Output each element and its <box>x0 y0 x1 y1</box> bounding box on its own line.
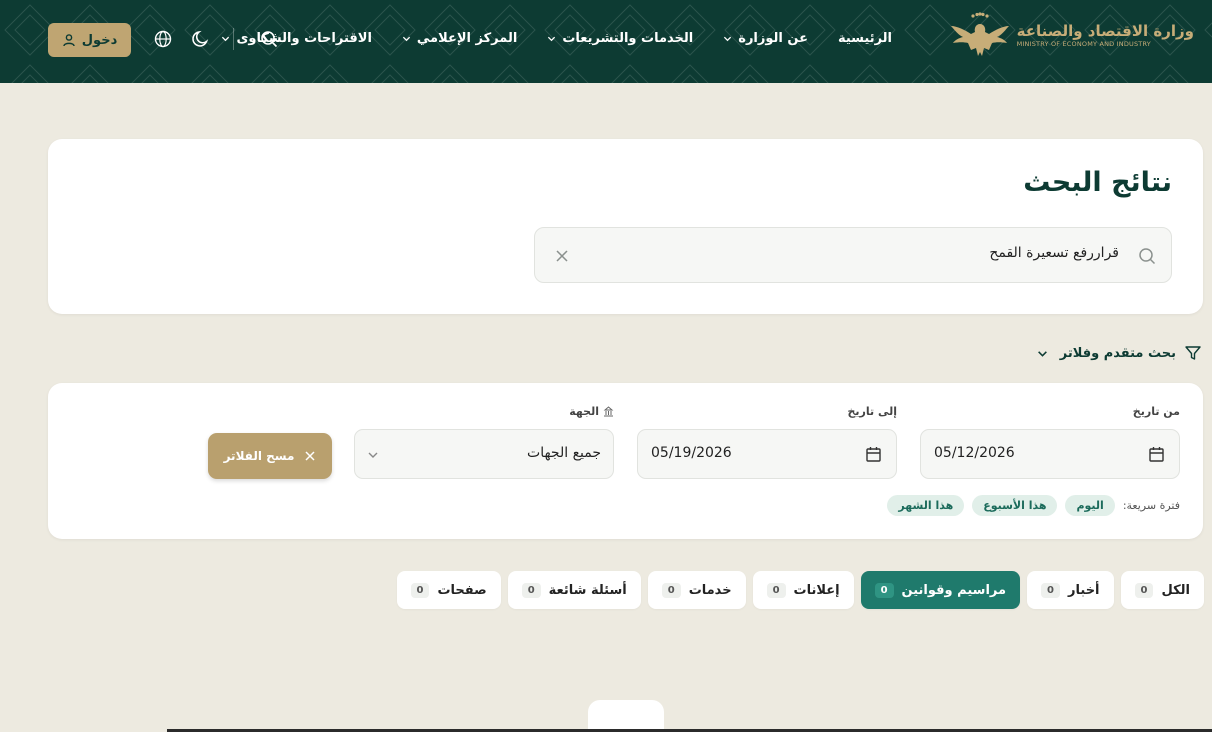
tab-label: مراسيم وقوانين <box>901 582 1007 598</box>
from-date-field[interactable]: 05/12/2026 <box>920 429 1180 479</box>
top-header: وزارة الاقتصاد والصناعة MINISTRY OF ECON… <box>0 0 1212 83</box>
globe-icon[interactable] <box>153 29 173 49</box>
nav-services-label: الخدمات والتشريعات <box>562 30 694 46</box>
main-nav: الرئيسية عن الوزارة الخدمات والتشريعات ا… <box>221 28 892 48</box>
tab-faq[interactable]: أسئلة شائعة 0 <box>507 571 641 609</box>
chip-today[interactable]: اليوم <box>1065 495 1115 516</box>
to-date-label-text: إلى تاريخ <box>847 405 897 418</box>
tab-label: صفحات <box>437 582 487 598</box>
tab-label: الكل <box>1161 582 1190 598</box>
entity-value: جميع الجهات <box>527 445 601 461</box>
nav-home-label: الرئيسية <box>837 30 892 46</box>
filter-icon <box>1185 346 1201 360</box>
from-date-label-text: من تاريخ <box>1132 405 1180 418</box>
tab-label: أسئلة شائعة <box>548 582 627 598</box>
nav-media[interactable]: المركز الإعلامي <box>402 28 517 48</box>
results-tabs: الكل 0 أخبار 0 مراسيم وقوانين 0 إعلانات … <box>396 571 1204 609</box>
search-query: قراررفع تسعيرة القمح <box>989 245 1119 261</box>
entity-select[interactable]: جميع الجهات <box>354 429 614 479</box>
search-icon <box>1139 248 1156 265</box>
building-icon <box>603 406 614 417</box>
logo-text: وزارة الاقتصاد والصناعة MINISTRY OF ECON… <box>1017 22 1194 48</box>
moon-icon[interactable] <box>191 29 211 49</box>
empty-state-card <box>588 700 664 732</box>
tab-decrees-laws[interactable]: مراسيم وقوانين 0 <box>860 571 1021 609</box>
tab-label: أخبار <box>1068 582 1100 598</box>
nav-complaints-label: الاقتراحات والشكاوى <box>236 30 372 46</box>
tab-news[interactable]: أخبار 0 <box>1027 571 1114 609</box>
search-icon[interactable] <box>259 29 279 49</box>
nav-services[interactable]: الخدمات والتشريعات <box>547 28 693 48</box>
ministry-logo[interactable]: وزارة الاقتصاد والصناعة MINISTRY OF ECON… <box>949 10 1194 60</box>
to-date-label: إلى تاريخ <box>847 405 897 418</box>
entity-label-text: الجهة <box>569 405 599 418</box>
tab-pages[interactable]: صفحات 0 <box>396 571 501 609</box>
tab-count: 0 <box>874 582 894 598</box>
entity-label: الجهة <box>569 405 614 418</box>
quick-range-label: فترة سريعة: <box>1122 499 1180 512</box>
chip-this-week[interactable]: هذا الأسبوع <box>972 495 1058 516</box>
chevron-down-icon <box>402 36 411 41</box>
chevron-down-icon <box>724 36 732 41</box>
chip-this-month[interactable]: هذا الشهر <box>887 495 965 516</box>
chevron-down-icon <box>368 452 378 458</box>
nav-home[interactable]: الرئيسية <box>838 28 892 48</box>
login-label: دخول <box>81 32 118 48</box>
tab-count: 0 <box>766 582 786 598</box>
nav-media-label: المركز الإعلامي <box>416 30 518 46</box>
clear-filters-label: مسح الفلاتر <box>223 449 295 463</box>
from-date-value: 05/12/2026 <box>934 445 1015 461</box>
eagle-emblem-icon <box>950 12 1009 56</box>
calendar-icon[interactable] <box>1149 446 1164 462</box>
logo-arabic: وزارة الاقتصاد والصناعة <box>1016 22 1194 40</box>
tab-count: 0 <box>521 582 541 598</box>
calendar-icon[interactable] <box>866 446 881 462</box>
tab-label: خدمات <box>688 582 732 598</box>
filters-card: من تاريخ 05/12/2026 إلى تاريخ 05/19/2026… <box>48 383 1203 539</box>
tab-count: 0 <box>410 582 430 598</box>
tab-all[interactable]: الكل 0 <box>1120 571 1204 609</box>
advanced-filters-label: بحث متقدم وفلاتر <box>1059 345 1176 361</box>
tab-count: 0 <box>1041 582 1061 598</box>
from-date-label: من تاريخ <box>1133 405 1180 418</box>
tab-services[interactable]: خدمات 0 <box>647 571 746 609</box>
tab-announcements[interactable]: إعلانات 0 <box>752 571 854 609</box>
tab-label: إعلانات <box>793 582 840 598</box>
chevron-down-icon <box>1037 350 1047 357</box>
nav-about-label: عن الوزارة <box>738 30 808 46</box>
tab-count: 0 <box>661 582 681 598</box>
chevron-down-icon <box>548 36 556 41</box>
user-icon <box>63 34 75 47</box>
nav-about[interactable]: عن الوزارة <box>723 28 808 48</box>
to-date-field[interactable]: 05/19/2026 <box>637 429 897 479</box>
close-icon <box>305 451 315 461</box>
search-results-card: نتائج البحث قراررفع تسعيرة القمح <box>48 139 1203 314</box>
search-input[interactable]: قراررفع تسعيرة القمح <box>534 227 1172 283</box>
header-divider <box>233 28 234 50</box>
close-icon[interactable] <box>554 248 570 264</box>
page-title: نتائج البحث <box>1023 167 1172 198</box>
chevron-down-icon <box>222 36 230 41</box>
quick-range: فترة سريعة: اليوم هذا الأسبوع هذا الشهر <box>887 495 1180 516</box>
tab-count: 0 <box>1134 582 1154 598</box>
nav-complaints[interactable]: الاقتراحات والشكاوى <box>221 28 372 48</box>
clear-filters-button[interactable]: مسح الفلاتر <box>208 433 332 479</box>
to-date-value: 05/19/2026 <box>651 445 732 461</box>
logo-english: MINISTRY OF ECONOMY AND INDUSTRY <box>1016 40 1151 48</box>
login-button[interactable]: دخول <box>48 23 131 57</box>
advanced-filters-toggle[interactable]: بحث متقدم وفلاتر <box>1037 344 1202 362</box>
